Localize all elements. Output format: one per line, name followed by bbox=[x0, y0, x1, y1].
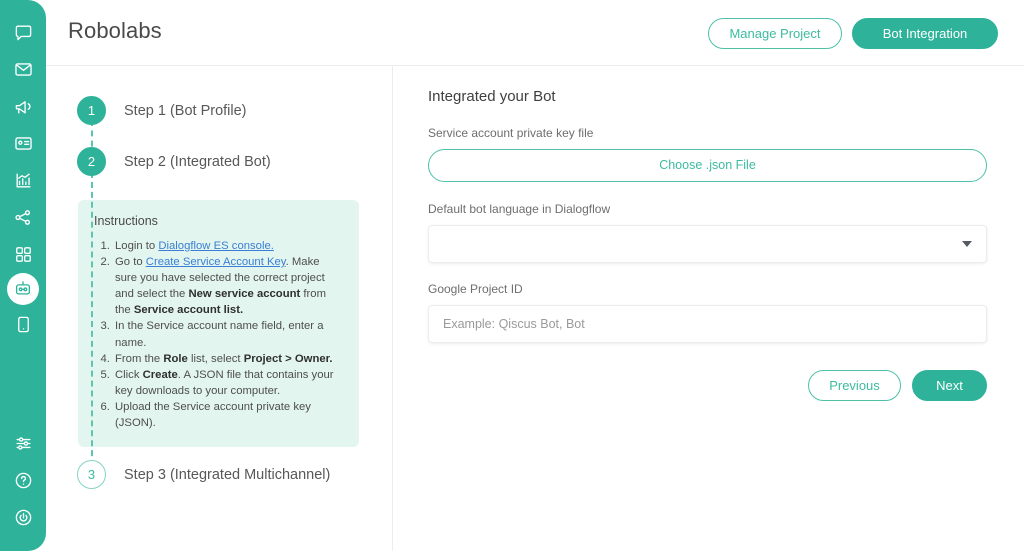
next-button[interactable]: Next bbox=[912, 370, 987, 401]
default-language-select[interactable] bbox=[428, 225, 987, 263]
default-language-label: Default bot language in Dialogflow bbox=[428, 202, 987, 216]
chat-bubble-icon bbox=[14, 23, 33, 42]
choose-json-file-button[interactable]: Choose .json File bbox=[428, 149, 987, 182]
sidebar-item-help[interactable] bbox=[5, 462, 41, 498]
dialogflow-es-console-link[interactable]: Dialogflow ES console. bbox=[158, 240, 274, 252]
app-header: Robolabs Manage Project Bot Integration bbox=[46, 0, 1024, 66]
analytics-chart-icon bbox=[14, 171, 33, 190]
sidebar-item-contacts[interactable] bbox=[5, 125, 41, 161]
field-service-account-file: Service account private key file Choose … bbox=[428, 126, 987, 182]
sidebar-item-bot[interactable] bbox=[7, 273, 39, 305]
form-title: Integrated your Bot bbox=[428, 88, 556, 105]
field-google-project-id: Google Project ID bbox=[428, 282, 987, 343]
sidebar-item-mobile[interactable] bbox=[5, 306, 41, 342]
sidebar-item-settings[interactable] bbox=[5, 425, 41, 461]
manage-project-button[interactable]: Manage Project bbox=[708, 18, 842, 49]
instruction-item: In the Service account name field, enter… bbox=[113, 318, 343, 350]
contact-card-icon bbox=[14, 134, 33, 153]
step-circle-2: 2 bbox=[77, 147, 106, 176]
power-logout-icon bbox=[14, 508, 33, 527]
mobile-device-icon bbox=[14, 315, 33, 334]
instruction-item: Go to Create Service Account Key. Make s… bbox=[113, 254, 343, 318]
instruction-item: Click Create. A JSON file that contains … bbox=[113, 367, 343, 399]
sidebar-item-apps[interactable] bbox=[5, 236, 41, 272]
app-root: Robolabs Manage Project Bot Integration … bbox=[0, 0, 1024, 551]
field-default-language: Default bot language in Dialogflow bbox=[428, 202, 987, 263]
step-item-3[interactable]: 3 Step 3 (Integrated Multichannel) bbox=[77, 460, 330, 489]
previous-button[interactable]: Previous bbox=[808, 370, 901, 401]
step-label-1: Step 1 (Bot Profile) bbox=[124, 103, 247, 119]
sidebar-item-inbox[interactable] bbox=[5, 51, 41, 87]
step-circle-3: 3 bbox=[77, 460, 106, 489]
step-connector-2-3 bbox=[91, 172, 93, 476]
google-project-id-input[interactable] bbox=[428, 305, 987, 343]
sliders-settings-icon bbox=[14, 434, 33, 453]
bot-integration-button[interactable]: Bot Integration bbox=[852, 18, 998, 49]
grid-apps-icon bbox=[14, 245, 33, 264]
service-account-file-label: Service account private key file bbox=[428, 126, 987, 140]
instruction-item: From the Role list, select Project > Own… bbox=[113, 351, 343, 367]
megaphone-icon bbox=[14, 97, 33, 116]
page-title: Robolabs bbox=[68, 18, 162, 44]
chevron-down-icon bbox=[962, 241, 972, 247]
step-circle-1: 1 bbox=[77, 96, 106, 125]
instructions-title: Instructions bbox=[94, 214, 343, 228]
help-question-icon bbox=[14, 471, 33, 490]
step-item-1[interactable]: 1 Step 1 (Bot Profile) bbox=[77, 96, 247, 125]
main-sidebar bbox=[0, 0, 46, 551]
sidebar-item-analytics[interactable] bbox=[5, 162, 41, 198]
bot-integration-form: Integrated your Bot Service account priv… bbox=[393, 66, 1024, 551]
step-item-2[interactable]: 2 Step 2 (Integrated Bot) bbox=[77, 147, 271, 176]
sidebar-item-chat[interactable] bbox=[5, 14, 41, 50]
envelope-icon bbox=[14, 60, 33, 79]
sidebar-item-integrations[interactable] bbox=[5, 199, 41, 235]
create-service-account-key-link[interactable]: Create Service Account Key bbox=[146, 256, 286, 268]
form-navigation: Previous Next bbox=[808, 370, 987, 401]
instructions-list: Login to Dialogflow ES console.Go to Cre… bbox=[94, 238, 343, 431]
header-actions: Manage Project Bot Integration bbox=[708, 18, 998, 49]
instructions-panel: Instructions Login to Dialogflow ES cons… bbox=[78, 200, 359, 447]
instruction-item: Login to Dialogflow ES console. bbox=[113, 238, 343, 254]
sidebar-item-broadcast[interactable] bbox=[5, 88, 41, 124]
sidebar-item-logout[interactable] bbox=[5, 499, 41, 535]
instruction-item: Upload the Service account private key (… bbox=[113, 399, 343, 431]
robot-bot-icon bbox=[14, 280, 32, 298]
google-project-id-label: Google Project ID bbox=[428, 282, 987, 296]
share-nodes-icon bbox=[14, 208, 33, 227]
step-label-3: Step 3 (Integrated Multichannel) bbox=[124, 467, 330, 483]
step-label-2: Step 2 (Integrated Bot) bbox=[124, 154, 271, 170]
